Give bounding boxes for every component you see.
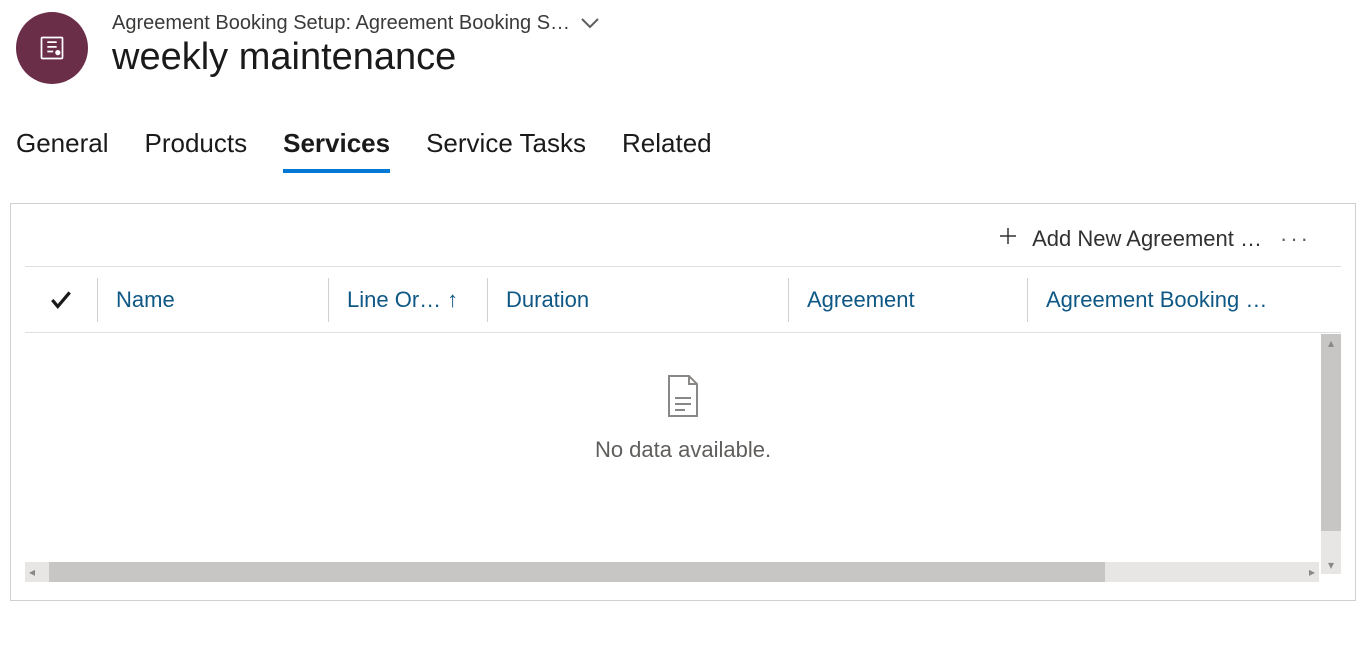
more-commands-button[interactable]: ··· [1280,226,1311,252]
column-label: Duration [506,287,589,313]
horizontal-scrollbar[interactable]: ◂ ▸ [25,562,1319,582]
column-label: Line Or… [347,287,441,313]
column-header-duration[interactable]: Duration [487,278,788,322]
column-label: Name [116,287,175,313]
breadcrumb[interactable]: Agreement Booking Setup: Agreement Booki… [112,12,600,35]
breadcrumb-label: Agreement Booking Setup: Agreement Booki… [112,12,570,35]
column-label: Agreement [807,287,915,313]
grid-panel: Add New Agreement … ··· Name Line Or… ↑ … [10,203,1356,601]
grid-header-row: Name Line Or… ↑ Duration Agreement Agree… [25,267,1341,333]
entity-icon [16,12,88,84]
add-new-label: Add New Agreement … [1032,226,1262,252]
scroll-up-icon[interactable]: ▴ [1328,334,1334,352]
tab-general[interactable]: General [16,128,109,173]
column-header-line-order[interactable]: Line Or… ↑ [328,278,487,322]
scroll-down-icon[interactable]: ▾ [1328,556,1334,574]
document-icon [663,374,703,423]
page-title: weekly maintenance [112,37,600,79]
column-header-agreement-booking[interactable]: Agreement Booking S… [1027,278,1286,322]
tab-related[interactable]: Related [622,128,712,173]
tab-services[interactable]: Services [283,128,390,173]
tab-products[interactable]: Products [145,128,248,173]
column-header-name[interactable]: Name [97,278,328,322]
scroll-right-icon[interactable]: ▸ [1305,565,1319,579]
scrollbar-thumb[interactable] [49,562,1105,582]
column-label: Agreement Booking S… [1046,287,1268,313]
grid-toolbar: Add New Agreement … ··· [25,218,1341,267]
vertical-scrollbar[interactable]: ▴ ▾ [1321,334,1341,574]
tab-bar: General Products Services Service Tasks … [0,84,1366,173]
scrollbar-thumb[interactable] [1321,334,1341,531]
scroll-left-icon[interactable]: ◂ [25,565,39,579]
chevron-down-icon [580,13,600,34]
grid-body: No data available. [25,333,1341,503]
empty-message: No data available. [595,437,771,463]
plus-icon [998,226,1018,252]
sort-ascending-icon: ↑ [447,287,458,313]
add-new-button[interactable]: Add New Agreement … [998,226,1262,252]
tab-service-tasks[interactable]: Service Tasks [426,128,586,173]
column-header-agreement[interactable]: Agreement [788,278,1027,322]
select-all-checkbox[interactable] [25,278,97,322]
checkmark-icon [48,287,74,313]
